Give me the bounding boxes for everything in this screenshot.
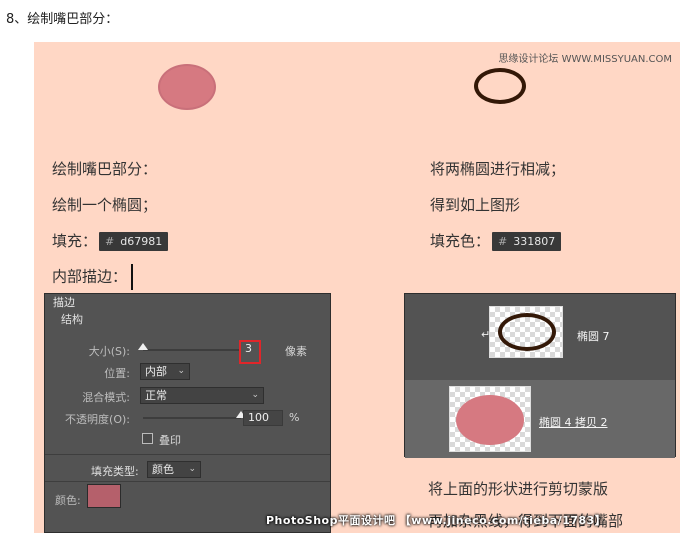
layer-name-2: 椭圆 4 拷贝 2 [539, 416, 608, 429]
chevron-down-icon: ⌄ [251, 390, 259, 400]
section-structure: 结构 [61, 313, 83, 326]
layer-name-1: 椭圆 7 [577, 330, 610, 343]
left-hex-field: # d67981 [99, 232, 169, 251]
divider [45, 454, 330, 455]
ring-thumbnail-shape [498, 313, 556, 351]
layer-row[interactable]: ↵ 椭圆 7 [405, 294, 675, 378]
chevron-down-icon: ⌄ [177, 366, 185, 376]
right-fill-row: 填充色： #331807 [430, 230, 562, 251]
layers-panel: ↵ 椭圆 7 椭圆 4 拷贝 2 [404, 293, 676, 458]
divider [45, 481, 330, 482]
fill-type-select-value: 颜色 [152, 463, 174, 476]
layer-thumbnail [489, 306, 563, 358]
right-hex-value: 331807 [513, 235, 556, 248]
tutorial-image: 思缘设计论坛 WWW.MISSYUAN.COM 绘制嘴巴部分： 绘制一个椭圆； … [34, 42, 680, 533]
hash-symbol: # [498, 235, 508, 248]
position-label: 位置: [104, 367, 130, 380]
size-slider[interactable] [138, 343, 241, 351]
blend-select[interactable]: 正常 ⌄ [140, 387, 264, 404]
position-row: 位置: 内部 ⌄ [45, 362, 330, 382]
footer-watermark: PhotoShop平面设计吧 【www.jineco.com/tieba/178… [266, 514, 607, 527]
blend-label: 混合模式: [82, 391, 130, 404]
position-select[interactable]: 内部 ⌄ [140, 363, 190, 380]
step-heading: 8、绘制嘴巴部分： [6, 12, 119, 27]
panel-title: 描边 [53, 296, 75, 309]
size-label: 大小(S): [88, 345, 130, 358]
color-label: 颜色: [55, 494, 81, 507]
size-slider-thumb[interactable] [138, 343, 148, 350]
chevron-down-icon: ⌄ [188, 464, 196, 474]
opacity-label: 不透明度(O): [65, 413, 130, 426]
pink-thumbnail-shape [456, 395, 524, 445]
blend-select-value: 正常 [145, 389, 167, 402]
left-stroke-row: 内部描边： [52, 264, 134, 290]
layer-thumbnail [449, 386, 531, 452]
text-cursor-mark [131, 264, 134, 290]
opacity-slider[interactable] [143, 411, 246, 419]
size-row: 大小(S): 3 像素 [45, 340, 330, 364]
left-stroke-label: 内部描边： [52, 267, 128, 286]
blend-row: 混合模式: 正常 ⌄ [45, 386, 330, 406]
left-fill-row: 填充： # d67981 [52, 230, 169, 251]
overprint-row: 叠印 [45, 430, 330, 450]
watermark-text: 思缘设计论坛 WWW.MISSYUAN.COM [498, 54, 672, 65]
size-input[interactable]: 3 [241, 342, 261, 358]
fill-type-label: 填充类型: [91, 465, 139, 478]
left-hex-value: d67981 [120, 235, 163, 248]
opacity-row: 不透明度(O): 100 % [45, 408, 330, 428]
stroke-panel: 描边 结构 大小(S): 3 像素 位置: 内部 ⌄ 混合模式: 正常 ⌄ 不透明度… [44, 293, 331, 533]
right-line-2: 得到如上图形 [430, 196, 521, 214]
left-fill-label: 填充： [52, 232, 98, 250]
opacity-input[interactable]: 100 [243, 410, 283, 426]
right-hex-field: #331807 [492, 232, 562, 251]
fill-type-select[interactable]: 颜色 ⌄ [147, 461, 201, 478]
layer-row-selected[interactable]: 椭圆 4 拷贝 2 [405, 380, 675, 458]
dark-ring-shape [474, 68, 526, 104]
hash-symbol: # [105, 235, 115, 248]
overprint-checkbox[interactable] [142, 433, 153, 444]
opacity-unit: % [289, 411, 300, 424]
color-swatch[interactable] [87, 484, 121, 508]
bottom-line-1: 将上面的形状进行剪切蒙版 [428, 480, 609, 498]
size-unit: 像素 [285, 345, 307, 358]
position-select-value: 内部 [145, 365, 167, 378]
right-fill-label: 填充色： [430, 232, 491, 250]
right-line-1: 将两椭圆进行相减； [430, 160, 566, 178]
fill-type-row: 填充类型: 颜色 ⌄ [45, 460, 330, 480]
left-line-1: 绘制嘴巴部分： [52, 160, 158, 178]
left-line-2: 绘制一个椭圆； [52, 196, 158, 214]
overprint-label: 叠印 [159, 434, 181, 447]
pink-ellipse-shape [158, 64, 216, 110]
